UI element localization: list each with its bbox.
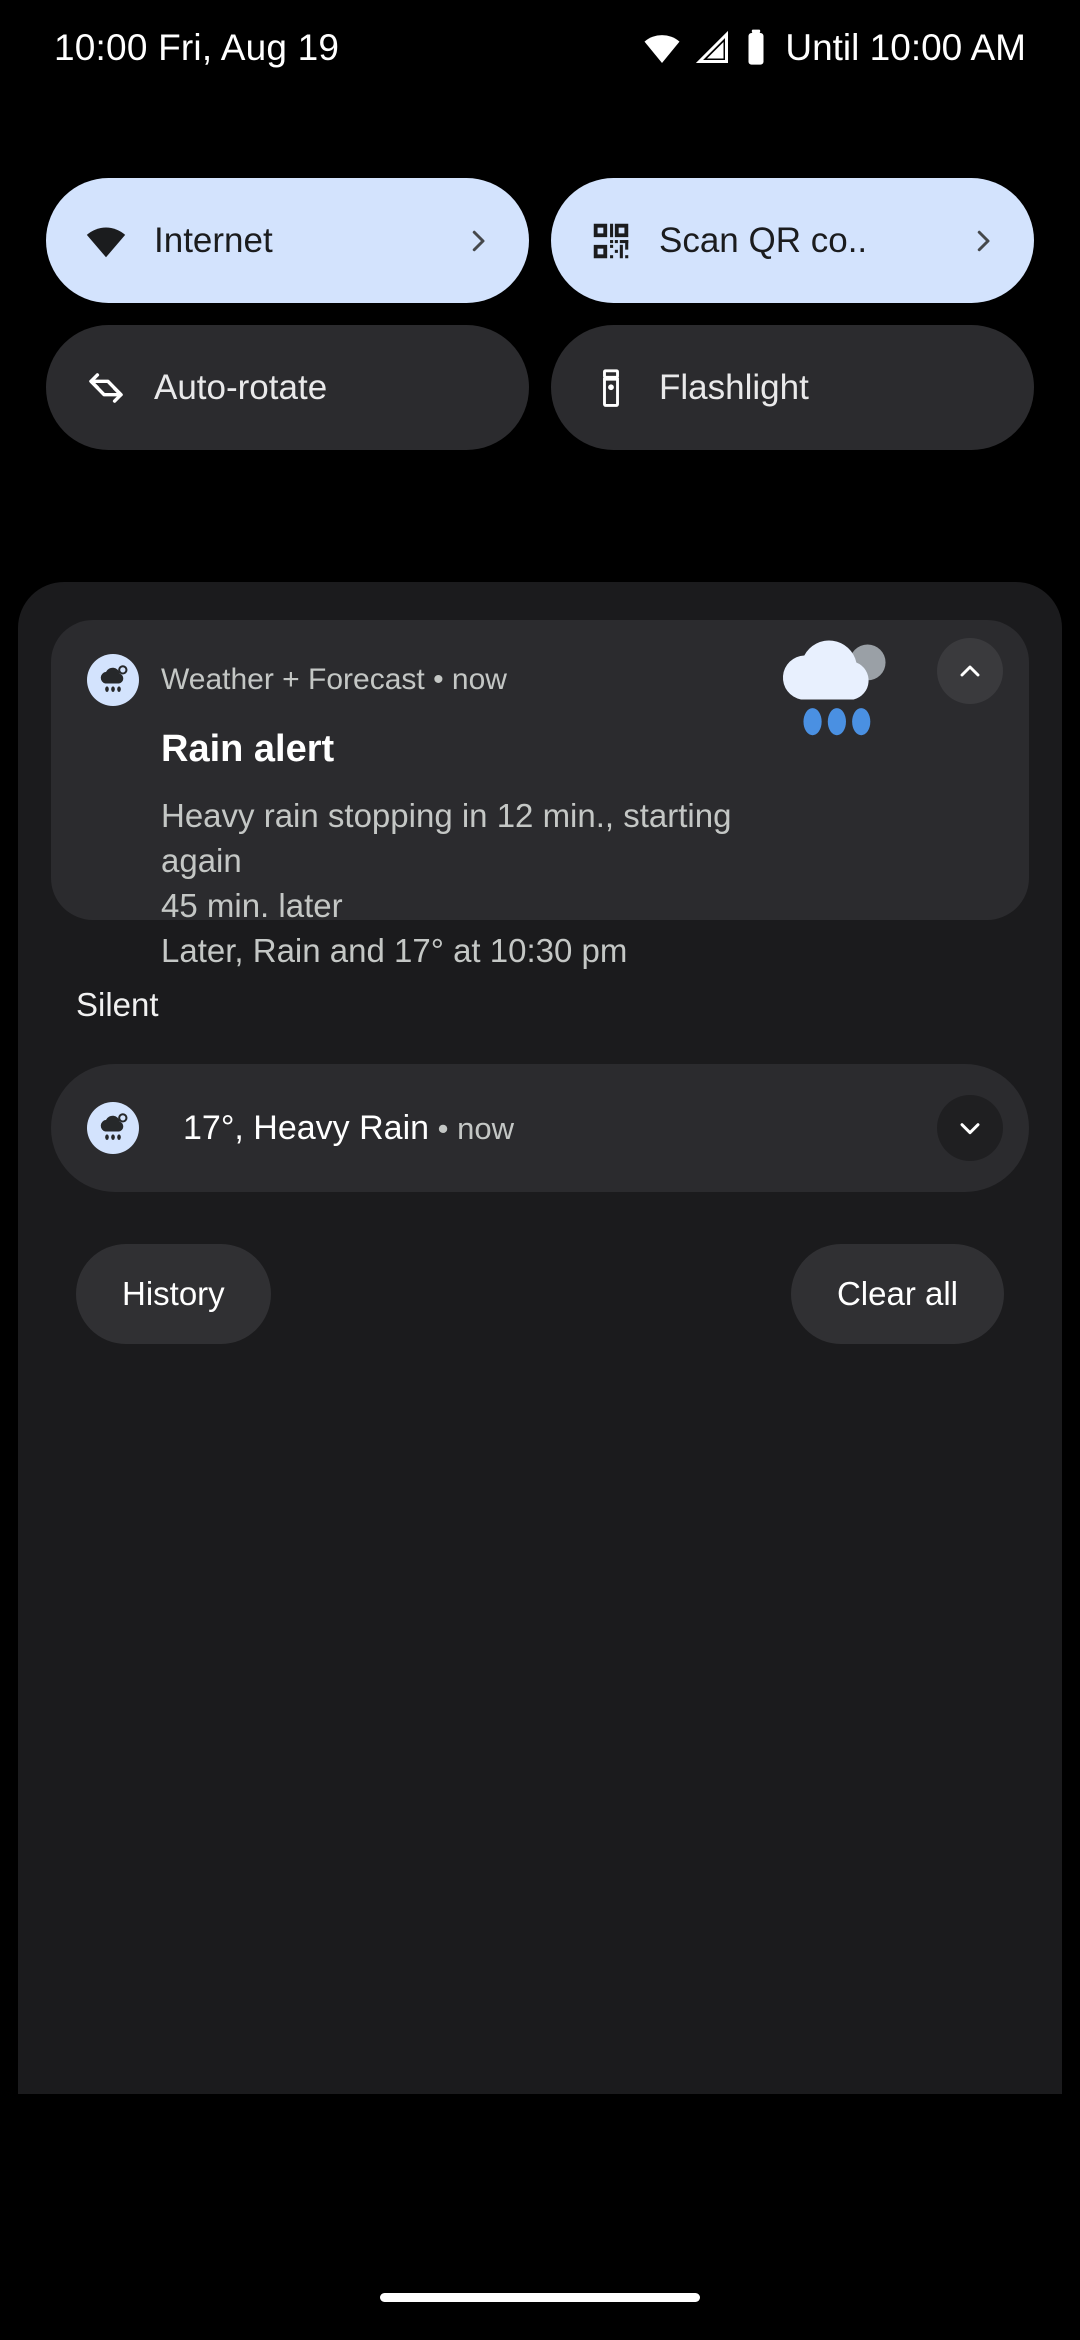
chevron-down-icon bbox=[960, 1123, 980, 1135]
qs-tile-label: Scan QR co.. bbox=[659, 220, 868, 260]
notification-summary: 17°, Heavy Rain • now bbox=[183, 1109, 937, 1148]
silent-section-header: Silent bbox=[76, 986, 159, 1023]
notification-heavy-rain[interactable]: 17°, Heavy Rain • now bbox=[51, 1064, 1029, 1192]
qs-tile-scan-qr-code[interactable]: Scan QR co.. bbox=[551, 178, 1034, 303]
qs-tile-label: Auto-rotate bbox=[154, 367, 328, 407]
status-bar: 10:00 Fri, Aug 19 Until 10:00 AM bbox=[0, 0, 1080, 96]
flashlight-icon bbox=[585, 362, 637, 414]
chevron-right-icon[interactable] bbox=[461, 224, 495, 258]
notification-expand-button[interactable] bbox=[937, 1095, 1003, 1161]
qs-tile-label: Internet bbox=[154, 220, 273, 260]
notification-rain-alert[interactable]: Weather + Forecast • now Rain alert Heav… bbox=[51, 620, 1029, 969]
notification-collapse-button[interactable] bbox=[937, 638, 1003, 704]
chevron-right-icon[interactable] bbox=[966, 224, 1000, 258]
qs-tile-internet[interactable]: Internet bbox=[46, 178, 529, 303]
notification-summary-time: now bbox=[457, 1110, 515, 1146]
quick-settings-grid: Internet Scan QR co.. Auto-rotate Flashl… bbox=[46, 178, 1034, 450]
status-bar-icons: Until 10:00 AM bbox=[642, 27, 1026, 69]
notification-body: Heavy rain stopping in 12 min., starting… bbox=[161, 793, 821, 973]
history-button[interactable]: History bbox=[76, 1244, 271, 1344]
rain-cloud-icon bbox=[87, 1102, 139, 1154]
home-indicator[interactable] bbox=[380, 2293, 700, 2302]
auto-rotate-icon bbox=[80, 362, 132, 414]
qs-tile-auto-rotate[interactable]: Auto-rotate bbox=[46, 325, 529, 450]
qs-tile-flashlight[interactable]: Flashlight bbox=[551, 325, 1034, 450]
notification-summary-separator: • bbox=[429, 1110, 458, 1146]
rain-cloud-sun-icon bbox=[782, 640, 886, 736]
battery-icon bbox=[748, 29, 764, 65]
wifi-icon bbox=[80, 215, 132, 267]
battery-status-text: Until 10:00 AM bbox=[785, 27, 1026, 68]
clear-all-button[interactable]: Clear all bbox=[790, 1244, 1004, 1344]
qs-tile-label: Flashlight bbox=[659, 367, 809, 407]
rain-cloud-icon bbox=[87, 654, 139, 706]
qr-code-icon bbox=[585, 215, 637, 267]
notification-body-line-3: Later, Rain and 17° at 10:30 pm bbox=[161, 932, 628, 969]
notification-body-line-1: Heavy rain stopping in 12 min., starting… bbox=[161, 797, 732, 879]
notification-footer-actions: History Clear all bbox=[76, 1244, 1004, 1344]
notification-shade: Weather + Forecast • now Rain alert Heav… bbox=[18, 582, 1062, 2094]
notification-app-name: Weather + Forecast • now bbox=[161, 663, 507, 696]
wifi-icon bbox=[644, 35, 680, 63]
notification-body-line-2: 45 min. later bbox=[161, 887, 343, 924]
chevron-up-icon bbox=[960, 665, 980, 677]
cellular-signal-icon bbox=[696, 30, 729, 63]
notification-summary-title: 17°, Heavy Rain bbox=[183, 1108, 430, 1147]
status-bar-clock: 10:00 Fri, Aug 19 bbox=[54, 27, 340, 68]
